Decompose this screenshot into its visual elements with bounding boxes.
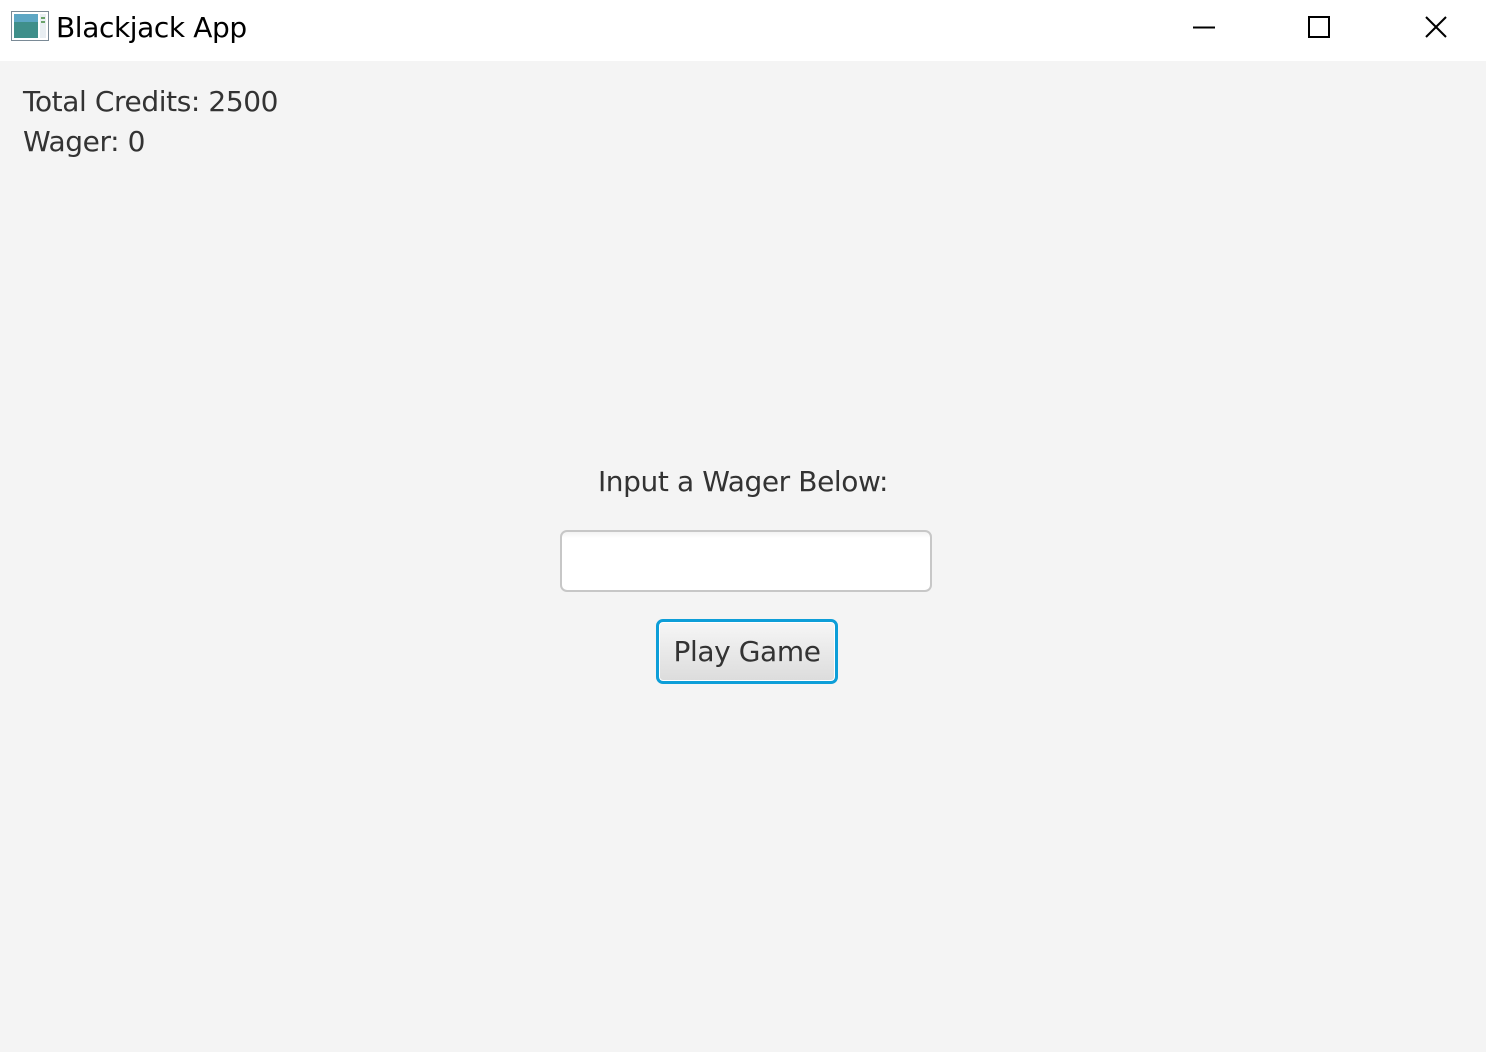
- app-window: Blackjack App Total Credits: 2500 Wager:…: [0, 0, 1486, 1052]
- window-title: Blackjack App: [56, 11, 247, 44]
- close-button[interactable]: [1378, 0, 1486, 54]
- minimize-icon: [1193, 16, 1215, 38]
- minimize-button[interactable]: [1146, 0, 1262, 54]
- maximize-icon: [1308, 16, 1330, 38]
- java-app-icon: [11, 11, 49, 41]
- title-bar[interactable]: Blackjack App: [0, 0, 1486, 61]
- play-game-button[interactable]: Play Game: [656, 619, 838, 684]
- total-credits-label: Total Credits: 2500: [23, 85, 279, 118]
- wager-input[interactable]: [560, 530, 932, 592]
- maximize-button[interactable]: [1261, 0, 1377, 54]
- wager-prompt: Input a Wager Below:: [597, 465, 889, 498]
- close-icon: [1425, 16, 1447, 38]
- current-wager-label: Wager: 0: [23, 125, 146, 158]
